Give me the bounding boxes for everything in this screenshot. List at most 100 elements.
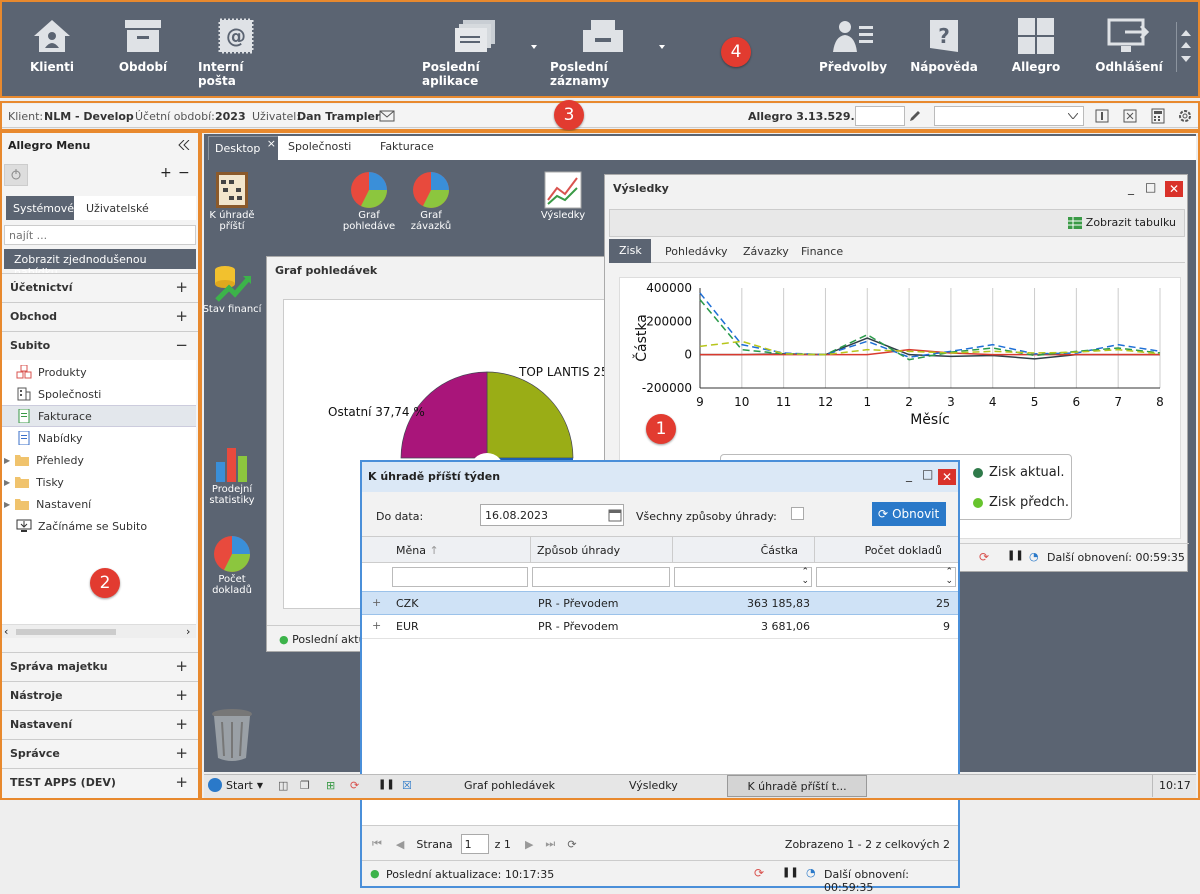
all-methods-checkbox[interactable] (791, 507, 804, 520)
menu-group-ucetnictvi[interactable]: Účetnictví + (0, 273, 198, 301)
tree-item-nabidky[interactable]: Nabídky (16, 427, 212, 449)
refresh-icon[interactable]: ⟳ (979, 550, 989, 564)
table-row[interactable]: + CZK PR - Převodem 363 185,83 25 (362, 591, 958, 615)
klienti-button[interactable]: Klienti (26, 18, 78, 74)
refresh-icon[interactable]: ⟳ (754, 866, 764, 880)
info-box-icon[interactable] (1095, 109, 1109, 123)
pie-slice-top-lantis[interactable] (486, 371, 574, 459)
page-input[interactable]: 1 (460, 834, 489, 854)
desk-icon-graf-pohledavek[interactable]: Graf pohledáve (339, 170, 399, 232)
maximize-icon[interactable]: □ (922, 467, 933, 481)
menu-group-nastaveni[interactable]: Nastavení + (0, 710, 198, 738)
filter-mena-input[interactable] (392, 567, 528, 587)
edit-icon[interactable] (908, 109, 922, 123)
chevron-right-icon[interactable]: › (186, 625, 190, 638)
next-page-icon[interactable]: ▶ (525, 838, 533, 851)
tab-zavazky[interactable]: Závazky (733, 241, 799, 263)
chevron-down-icon[interactable] (531, 45, 537, 49)
minimize-icon[interactable]: _ (906, 468, 912, 482)
pause-icon[interactable]: ❚❚ (1007, 550, 1024, 561)
tree-item-tisky[interactable]: ▶ Tisky (4, 471, 200, 493)
start-button[interactable]: Start ▼ (208, 778, 263, 792)
task-k-uhrade[interactable]: K úhradě příští t... (727, 775, 867, 797)
desk-icon-stav-financi[interactable]: Stav financí (202, 260, 262, 315)
pause-icon[interactable]: ❚❚ (378, 779, 395, 790)
obnovit-button[interactable]: ⟳ Obnovit (872, 502, 946, 526)
refresh-icon[interactable]: ⟳ (350, 779, 359, 792)
column-header-pocet[interactable]: Počet dokladů (814, 537, 958, 563)
expand-plus-icon[interactable]: + (372, 619, 381, 632)
close-icon[interactable]: × (267, 137, 276, 150)
filter-pocet-input[interactable]: ⌃ ⌄ (816, 567, 956, 587)
close-all-icon[interactable]: ☒ (402, 779, 412, 792)
column-header-mena[interactable]: Měna ↑ (396, 544, 439, 557)
tab-zisk[interactable]: Zisk (609, 239, 651, 263)
calculator-icon[interactable] (1151, 108, 1165, 124)
close-button[interactable]: ✕ (1165, 181, 1183, 197)
desk-icon-k-uhrade[interactable]: K úhradě příští (202, 170, 262, 232)
desk-icon-graf-zavazku[interactable]: Graf závazků (401, 170, 461, 232)
minimize-icon[interactable]: _ (1128, 181, 1134, 195)
show-table-button[interactable]: Zobrazit tabulku (1067, 216, 1176, 229)
last-page-icon[interactable]: ⏭ (545, 837, 555, 851)
mail-icon[interactable] (379, 110, 395, 122)
menu-group-subito[interactable]: Subito − (0, 331, 198, 359)
close-box-icon[interactable] (1123, 109, 1137, 123)
tree-item-spolecnosti[interactable]: Společnosti (16, 383, 212, 405)
close-button[interactable]: ✕ (938, 469, 956, 485)
menu-search-input[interactable] (4, 225, 196, 245)
tab-finance[interactable]: Finance (791, 241, 853, 263)
tab-uzivatelske[interactable]: Uživatelské (74, 196, 196, 220)
spinner-icon[interactable]: ⌃ ⌄ (801, 568, 809, 586)
first-page-icon[interactable]: ⏮ (372, 837, 382, 851)
obdobi-button[interactable]: Období (116, 18, 170, 74)
task-vysledky[interactable]: Výsledky (629, 779, 678, 792)
expand-all-button[interactable]: + (160, 165, 172, 181)
collapse-icon[interactable] (178, 140, 190, 150)
desk-icon-pocet-dokladu[interactable]: Počet dokladů (202, 534, 262, 596)
cascade-icon[interactable]: ❐ (300, 779, 310, 792)
expand-plus-icon[interactable]: + (372, 596, 381, 609)
predvolby-button[interactable]: Předvolby (819, 18, 887, 74)
desk-icon-vysledky[interactable]: Výsledky (533, 170, 593, 221)
simplified-menu-button[interactable]: Zobrazit zjednodušenou nabídku (4, 249, 196, 279)
tab-spolecnosti[interactable]: Společnosti (278, 136, 361, 158)
horizontal-scrollbar[interactable]: ‹ › (0, 624, 196, 638)
table-row[interactable]: + EUR PR - Převodem 3 681,06 9 (362, 615, 958, 639)
posledni-aplikace-button[interactable]: Poslední aplikace (422, 18, 530, 88)
tree-item-prehledy[interactable]: ▶ Přehledy (4, 449, 200, 471)
posledni-zaznamy-button[interactable]: Poslední záznamy (550, 18, 656, 88)
tile-horizontal-icon[interactable]: ◫ (278, 779, 288, 792)
tab-pohledavky[interactable]: Pohledávky (655, 241, 738, 263)
column-header-zpusob[interactable]: Způsob úhrady (530, 537, 626, 563)
spinner-icon[interactable]: ⌃ ⌄ (945, 568, 953, 586)
chevron-left-icon[interactable]: ‹ (4, 625, 8, 638)
tree-item-produkty[interactable]: Produkty (16, 361, 212, 383)
scroll-thumb[interactable] (16, 629, 116, 635)
tab-systemove[interactable]: Systémové (6, 196, 74, 220)
context-select[interactable] (934, 106, 1084, 126)
collapse-all-button[interactable]: − (178, 165, 190, 181)
napoveda-button[interactable]: ? Nápověda (910, 18, 978, 74)
tab-fakturace[interactable]: Fakturace (370, 136, 444, 158)
tab-desktop[interactable]: Desktop × (208, 136, 280, 160)
reload-icon[interactable]: ⟳ (567, 838, 576, 851)
prev-page-icon[interactable]: ◀ (396, 838, 404, 851)
tree-item-fakturace[interactable]: Fakturace (0, 405, 196, 427)
toolbar-scroll[interactable] (1176, 22, 1194, 72)
desk-icon-prodejni-statistiky[interactable]: Prodejní statistiky (202, 442, 262, 506)
calendar-icon[interactable] (608, 508, 622, 522)
quick-input[interactable] (855, 106, 905, 126)
menu-group-nastroje[interactable]: Nástroje + (0, 681, 198, 709)
trash-icon[interactable] (208, 706, 256, 764)
menu-group-test-apps[interactable]: TEST APPS (DEV) + (0, 768, 198, 796)
menu-group-sprava-majetku[interactable]: Správa majetku + (0, 652, 198, 680)
tree-item-nastaveni[interactable]: ▶ Nastavení (4, 493, 200, 515)
odhlaseni-button[interactable]: Odhlášení (1095, 18, 1163, 74)
grid-icon[interactable]: ⊞ (326, 779, 335, 792)
power-button[interactable] (4, 164, 28, 186)
date-input[interactable]: 16.08.2023 (480, 504, 624, 526)
gear-icon[interactable] (1177, 108, 1193, 124)
column-header-castka[interactable]: Částka (672, 537, 814, 563)
filter-castka-input[interactable]: ⌃ ⌄ (674, 567, 812, 587)
